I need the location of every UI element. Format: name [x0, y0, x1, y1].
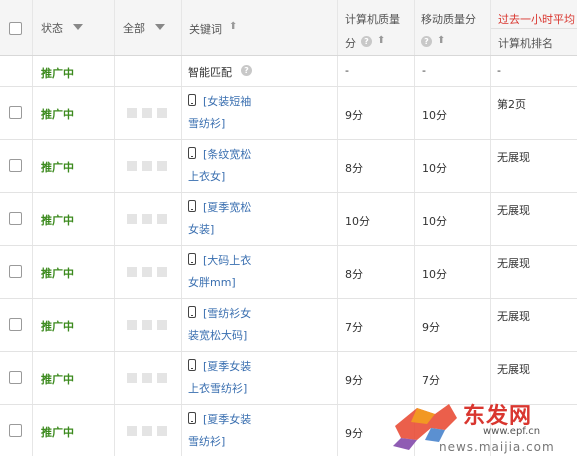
placeholder-dots — [127, 108, 172, 121]
select-all-checkbox[interactable] — [9, 22, 22, 35]
header-all[interactable]: 全部 — [114, 0, 181, 55]
row-checkbox[interactable] — [9, 424, 22, 437]
keyword-link[interactable]: [条纹宽松 上衣女] — [188, 144, 251, 188]
status-badge: 推广中 — [41, 214, 74, 227]
pc-quality-score: 10分 — [345, 215, 370, 228]
mobile-phone-icon — [188, 147, 196, 159]
pc-quality-score: - — [345, 64, 349, 77]
status-badge: 推广中 — [41, 108, 74, 121]
table-header: 状态 全部 关键词 ⬆ 计算机质量 分 ? ⬆ 移动质量分 ? ⬆ 过去一小时平… — [0, 0, 577, 56]
help-icon[interactable]: ? — [361, 36, 372, 47]
pc-rank: 无展现 — [497, 204, 530, 217]
placeholder-dots — [127, 373, 172, 386]
sort-up-icon[interactable]: ⬆ — [377, 35, 385, 46]
row-checkbox[interactable] — [9, 318, 22, 331]
header-past-hour-label: 过去一小时平均 — [498, 13, 575, 26]
mobile-phone-icon — [188, 359, 196, 371]
mobile-quality-score: 10分 — [422, 162, 447, 175]
header-pc-rank-label[interactable]: 计算机排名 — [498, 35, 553, 51]
row-checkbox[interactable] — [9, 159, 22, 172]
placeholder-dots — [127, 161, 172, 174]
help-icon[interactable]: ? — [241, 65, 252, 76]
table-row: 推广中 [条纹宽松 上衣女] 8分 10分 无展现 — [0, 140, 577, 193]
status-badge: 推广中 — [41, 267, 74, 280]
mobile-phone-icon — [188, 306, 196, 318]
status-badge: 推广中 — [41, 426, 74, 439]
pc-quality-score: 8分 — [345, 268, 363, 281]
pc-rank: 无展现 — [497, 363, 530, 376]
header-pc-quality[interactable]: 计算机质量 分 ? ⬆ — [337, 0, 414, 55]
header-checkbox-cell — [0, 0, 32, 55]
pc-rank: 无展现 — [497, 310, 530, 323]
watermark: 东发网 www.epf.cn news.maijia.com — [387, 396, 577, 456]
mobile-phone-icon — [188, 412, 196, 424]
keyword-link[interactable]: [夏季女装 雪纺衫] — [188, 409, 251, 453]
table-row: 推广中 [女装短袖 雪纺衫] 9分 10分 第2页 — [0, 87, 577, 140]
status-badge: 推广中 — [41, 161, 74, 174]
header-pc-quality-label-2: 分 — [345, 37, 356, 50]
status-badge: 推广中 — [41, 373, 74, 386]
chevron-down-icon — [73, 24, 83, 30]
pc-quality-score: 7分 — [345, 321, 363, 334]
pc-quality-score: 9分 — [345, 374, 363, 387]
placeholder-dots — [127, 214, 172, 227]
table-row: 推广中 [大码上衣 女胖mm] 8分 10分 无展现 — [0, 246, 577, 299]
header-mobile-quality[interactable]: 移动质量分 ? ⬆ — [414, 0, 490, 55]
watermark-url: www.epf.cn — [483, 426, 541, 437]
mobile-quality-score: 9分 — [422, 321, 440, 334]
keyword-link[interactable]: [夏季女装 上衣雪纺衫] — [188, 356, 251, 400]
table-row: 推广中 [雪纺衫女 装宽松大码] 7分 9分 无展现 — [0, 299, 577, 352]
placeholder-dots — [127, 426, 172, 439]
header-mobile-quality-label: 移动质量分 — [421, 13, 476, 26]
mobile-quality-score: 10分 — [422, 268, 447, 281]
header-keyword-label: 关键词 — [189, 23, 222, 36]
watermark-sub: news.maijia.com — [439, 440, 555, 454]
mobile-quality-score: - — [422, 64, 426, 77]
header-status[interactable]: 状态 — [32, 0, 114, 55]
header-all-label: 全部 — [123, 22, 145, 35]
help-icon[interactable]: ? — [421, 36, 432, 47]
mobile-phone-icon — [188, 253, 196, 265]
sort-up-icon[interactable]: ⬆ — [229, 21, 237, 32]
header-status-label: 状态 — [41, 22, 63, 35]
pc-rank: 第2页 — [497, 98, 526, 111]
mobile-phone-icon — [188, 200, 196, 212]
placeholder-dots — [127, 320, 172, 333]
smart-match-label: 智能匹配 — [188, 66, 232, 79]
header-past-hour: 过去一小时平均 计算机排名 — [490, 0, 577, 55]
mobile-quality-score: 10分 — [422, 109, 447, 122]
placeholder-dots — [127, 267, 172, 280]
header-keyword[interactable]: 关键词 ⬆ — [181, 0, 337, 55]
row-checkbox[interactable] — [9, 371, 22, 384]
status-badge: 推广中 — [41, 320, 74, 333]
header-pc-quality-label: 计算机质量 — [345, 13, 400, 26]
table-row: 推广中 智能匹配 ? - - - — [0, 56, 577, 87]
row-checkbox[interactable] — [9, 265, 22, 278]
pc-quality-score: 9分 — [345, 109, 363, 122]
keyword-link[interactable]: [夏季宽松 女装] — [188, 197, 251, 241]
pc-rank: 无展现 — [497, 151, 530, 164]
pc-quality-score: 9分 — [345, 427, 363, 440]
keyword-link[interactable]: [雪纺衫女 装宽松大码] — [188, 303, 251, 347]
table-row: 推广中 [夏季宽松 女装] 10分 10分 无展现 — [0, 193, 577, 246]
pc-rank: 无展现 — [497, 257, 530, 270]
keyword-link[interactable]: [女装短袖 雪纺衫] — [188, 91, 251, 135]
pc-rank: - — [497, 64, 501, 77]
pc-quality-score: 8分 — [345, 162, 363, 175]
row-checkbox[interactable] — [9, 212, 22, 225]
mobile-phone-icon — [188, 94, 196, 106]
mobile-quality-score: 10分 — [422, 215, 447, 228]
mobile-quality-score: 7分 — [422, 374, 440, 387]
status-badge: 推广中 — [41, 67, 74, 80]
keyword-link[interactable]: [大码上衣 女胖mm] — [188, 250, 251, 294]
chevron-down-icon — [155, 24, 165, 30]
row-checkbox[interactable] — [9, 106, 22, 119]
sort-up-icon[interactable]: ⬆ — [437, 35, 445, 46]
